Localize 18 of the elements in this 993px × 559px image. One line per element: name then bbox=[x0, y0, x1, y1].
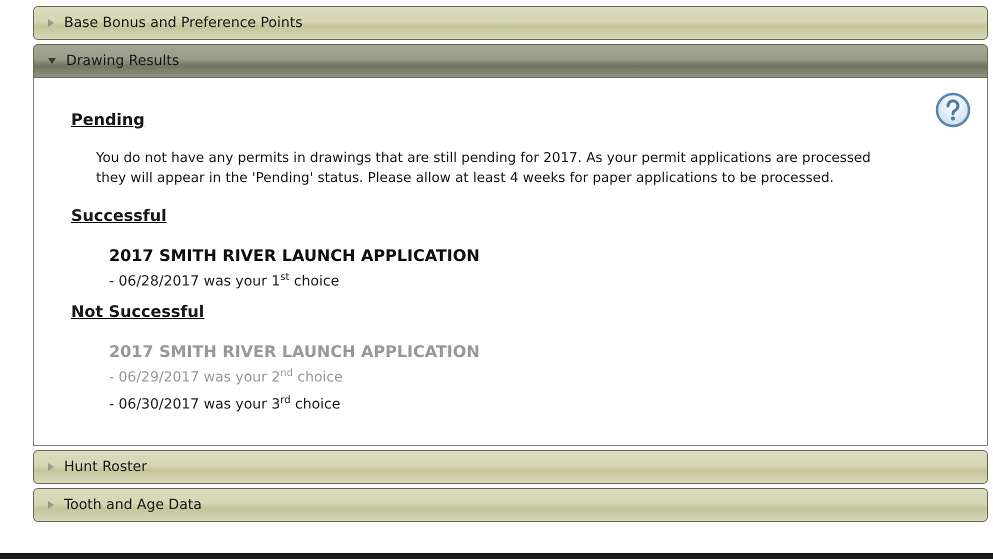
section-header[interactable]: Hunt Roster bbox=[33, 450, 988, 484]
application-name: 2017 SMITH RIVER LAUNCH APPLICATION bbox=[109, 246, 480, 266]
section-header[interactable]: Drawing Results bbox=[33, 44, 988, 78]
choice-line: - 06/30/2017 was your 3$^{rd}$ choice bbox=[109, 394, 340, 415]
caret-icon bbox=[48, 462, 54, 471]
caret-icon bbox=[48, 58, 56, 64]
section-heading: Not Successful bbox=[71, 302, 204, 322]
caret-icon bbox=[48, 19, 54, 27]
section-header[interactable]: Base Bonus and Preference Points bbox=[33, 6, 988, 40]
caret-icon bbox=[48, 500, 54, 509]
section-heading: Successful bbox=[71, 206, 167, 226]
help-icon[interactable] bbox=[935, 92, 971, 128]
choice-line: - 06/29/2017 was your 2$^{nd}$ choice bbox=[109, 366, 343, 388]
application-name: 2017 SMITH RIVER LAUNCH APPLICATION bbox=[109, 342, 480, 362]
section-header[interactable]: Tooth and Age Data bbox=[33, 488, 988, 522]
pending-message: You do not have any permits in drawings that are still pending for 2017. As your permit applications are processed they will appear in the 'Pending' status. Please allow at least 4 weeks for paper applications to be processed. bbox=[96, 149, 872, 188]
choice-line: - 06/28/2017 was your 1$^{st}$ choice bbox=[109, 271, 340, 292]
section-heading: Pending bbox=[71, 110, 145, 130]
